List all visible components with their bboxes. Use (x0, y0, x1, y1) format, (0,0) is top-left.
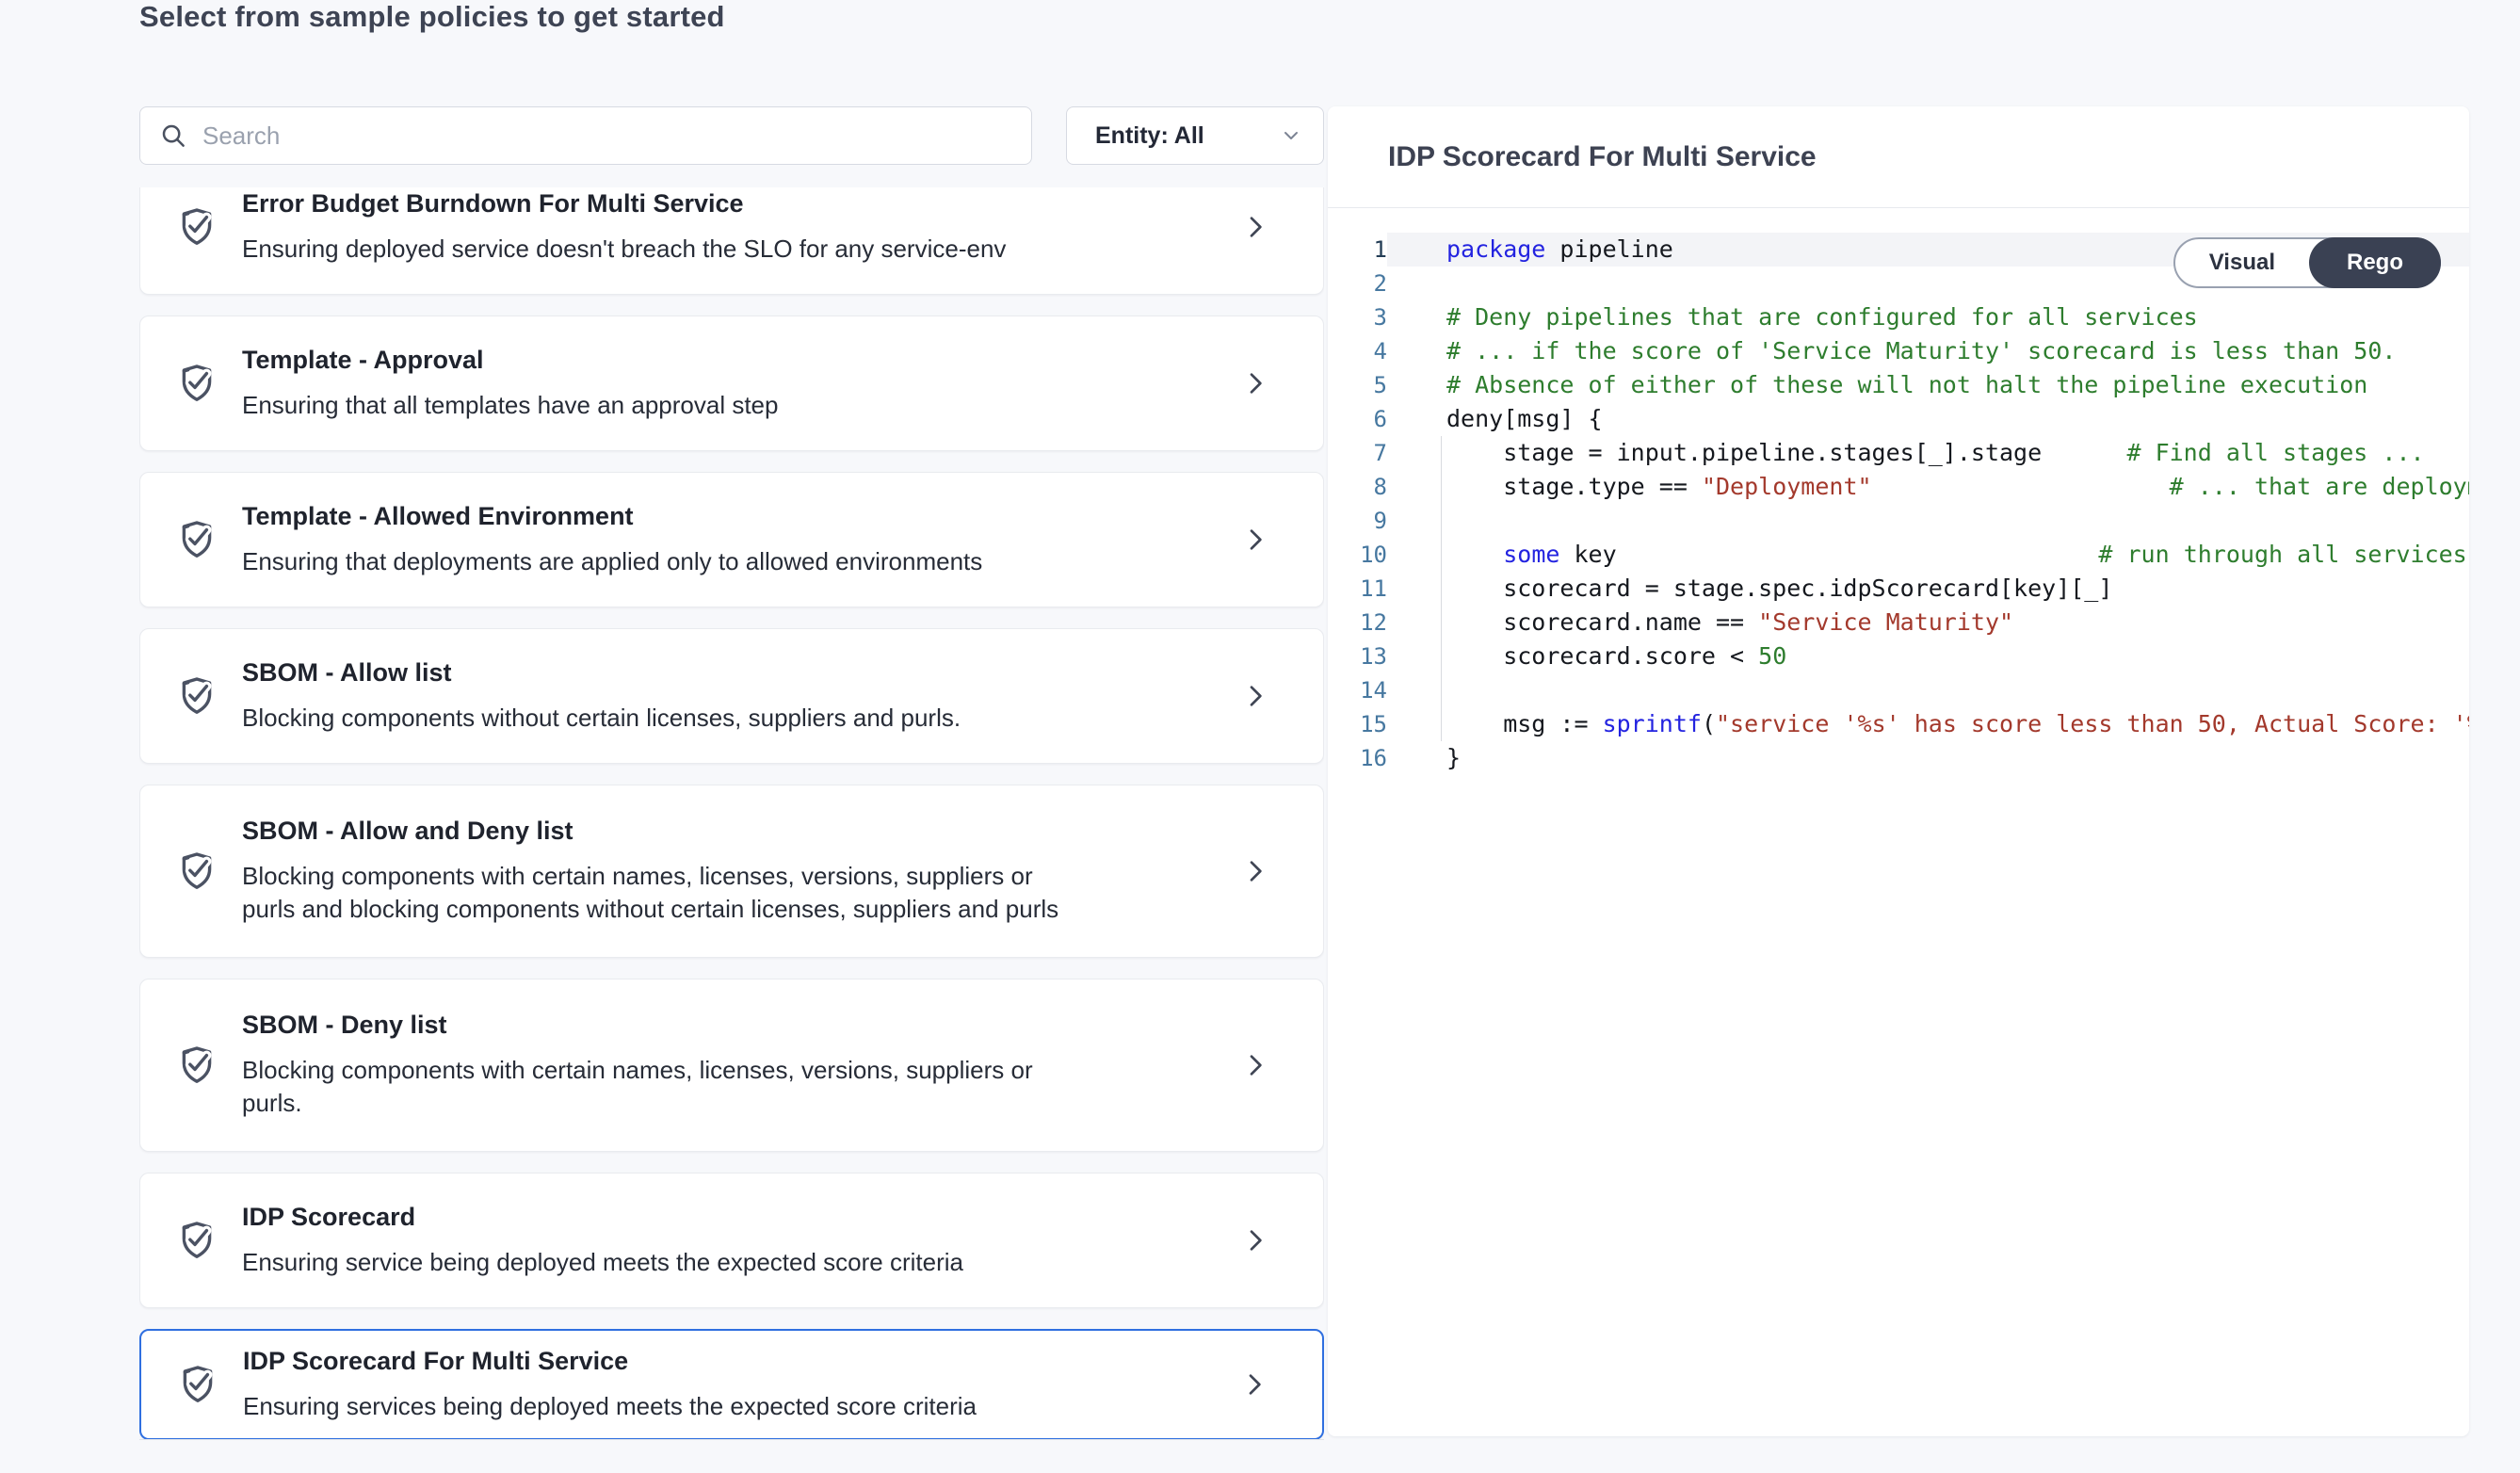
code-line: 8 stage.type == "Deployment" # ... that … (1328, 470, 2469, 504)
code-line: 9 (1328, 504, 2469, 538)
policy-title: SBOM - Allow list (242, 658, 961, 688)
policy-list-column: Entity: All Error Budget Burndown For Mu… (139, 106, 1324, 1440)
code-line: 12 scorecard.name == "Service Maturity" (1328, 606, 2469, 639)
toggle-option-visual[interactable]: Visual (2175, 250, 2309, 276)
line-number: 7 (1328, 436, 1387, 470)
line-number: 12 (1328, 606, 1387, 639)
shield-check-icon (174, 849, 219, 894)
line-number: 8 (1328, 470, 1387, 504)
line-number: 3 (1328, 300, 1387, 334)
policy-card[interactable]: Template - Approval Ensuring that all te… (139, 316, 1324, 451)
policy-detail-panel: IDP Scorecard For Multi Service Visual R… (1328, 106, 2469, 1436)
code-line: 16} (1328, 741, 2469, 775)
line-number: 15 (1328, 707, 1387, 741)
policy-card[interactable]: SBOM - Allow list Blocking components wi… (139, 628, 1324, 764)
shield-check-icon (175, 1362, 220, 1407)
policy-list: Error Budget Burndown For Multi Service … (139, 187, 1324, 1440)
code-line: 15 msg := sprintf("service '%s' has scor… (1328, 707, 2469, 741)
policy-title: Error Budget Burndown For Multi Service (242, 189, 1006, 219)
shield-check-icon (174, 673, 219, 719)
policy-title: SBOM - Deny list (242, 1011, 1033, 1040)
policy-description: Ensuring deployed service doesn't breach… (242, 233, 1006, 266)
policy-description: Ensuring that all templates have an appr… (242, 389, 778, 422)
code-line: 11 scorecard = stage.spec.idpScorecard[k… (1328, 572, 2469, 606)
policy-card[interactable]: IDP Scorecard Ensuring service being dep… (139, 1173, 1324, 1308)
line-number: 1 (1328, 233, 1387, 267)
list-toolbar: Entity: All (139, 106, 1324, 165)
shield-check-icon (174, 1218, 219, 1263)
policy-title: Template - Allowed Environment (242, 502, 982, 531)
code-line: 4# ... if the score of 'Service Maturity… (1328, 334, 2469, 368)
shield-check-icon (174, 1043, 219, 1088)
line-number: 9 (1328, 504, 1387, 538)
chevron-right-icon (1240, 1225, 1270, 1255)
policy-description: Blocking components with certain names, … (242, 1054, 1033, 1120)
shield-check-icon (174, 204, 219, 250)
chevron-right-icon (1240, 525, 1270, 555)
detail-title: IDP Scorecard For Multi Service (1388, 141, 1817, 173)
code-line: 3# Deny pipelines that are configured fo… (1328, 300, 2469, 334)
line-number: 5 (1328, 368, 1387, 402)
code-line: 7 stage = input.pipeline.stages[_].stage… (1328, 436, 2469, 470)
search-box[interactable] (139, 106, 1032, 165)
line-number: 4 (1328, 334, 1387, 368)
line-number: 6 (1328, 402, 1387, 436)
code-line: 14 (1328, 673, 2469, 707)
chevron-right-icon (1239, 1369, 1269, 1400)
chevron-right-icon (1240, 856, 1270, 886)
rego-code-editor: 1package pipeline23# Deny pipelines that… (1328, 208, 2469, 775)
policy-description: Ensuring services being deployed meets t… (243, 1390, 977, 1423)
policy-description: Ensuring service being deployed meets th… (242, 1246, 963, 1279)
code-line: 13 scorecard.score < 50 (1328, 639, 2469, 673)
line-number: 2 (1328, 267, 1387, 300)
code-line: 5# Absence of either of these will not h… (1328, 368, 2469, 402)
policy-description: Blocking components with certain names, … (242, 860, 1058, 926)
line-number: 13 (1328, 639, 1387, 673)
detail-header: IDP Scorecard For Multi Service (1328, 106, 2469, 208)
entity-filter-dropdown[interactable]: Entity: All (1066, 106, 1324, 165)
policy-card[interactable]: Template - Allowed Environment Ensuring … (139, 472, 1324, 607)
policy-description: Blocking components without certain lice… (242, 702, 961, 735)
code-line: 10 some key # run through all services (1328, 538, 2469, 572)
policy-card[interactable]: Error Budget Burndown For Multi Service … (139, 187, 1324, 295)
visual-rego-toggle[interactable]: Visual Rego (2173, 237, 2441, 288)
line-number: 11 (1328, 572, 1387, 606)
policy-title: SBOM - Allow and Deny list (242, 817, 1058, 846)
page-title: Select from sample policies to get start… (139, 0, 725, 34)
search-icon (159, 121, 187, 150)
policy-title: IDP Scorecard (242, 1203, 963, 1232)
policy-card[interactable]: IDP Scorecard For Multi Service Ensuring… (139, 1329, 1324, 1440)
line-number: 14 (1328, 673, 1387, 707)
search-input[interactable] (202, 121, 1012, 151)
policy-description: Ensuring that deployments are applied on… (242, 545, 982, 578)
chevron-down-icon (1280, 124, 1302, 147)
entity-filter-label: Entity: All (1095, 122, 1204, 150)
chevron-right-icon (1240, 681, 1270, 711)
chevron-right-icon (1240, 212, 1270, 242)
chevron-right-icon (1240, 1050, 1270, 1080)
line-number: 10 (1328, 538, 1387, 572)
policy-card[interactable]: SBOM - Allow and Deny list Blocking comp… (139, 785, 1324, 958)
shield-check-icon (174, 361, 219, 406)
toggle-option-rego[interactable]: Rego (2309, 237, 2441, 288)
policy-title: IDP Scorecard For Multi Service (243, 1347, 977, 1376)
policy-card[interactable]: SBOM - Deny list Blocking components wit… (139, 979, 1324, 1152)
code-line: 6deny[msg] { (1328, 402, 2469, 436)
indent-guide (1441, 436, 1442, 741)
policy-title: Template - Approval (242, 346, 778, 375)
line-number: 16 (1328, 741, 1387, 775)
shield-check-icon (174, 517, 219, 562)
chevron-right-icon (1240, 368, 1270, 398)
